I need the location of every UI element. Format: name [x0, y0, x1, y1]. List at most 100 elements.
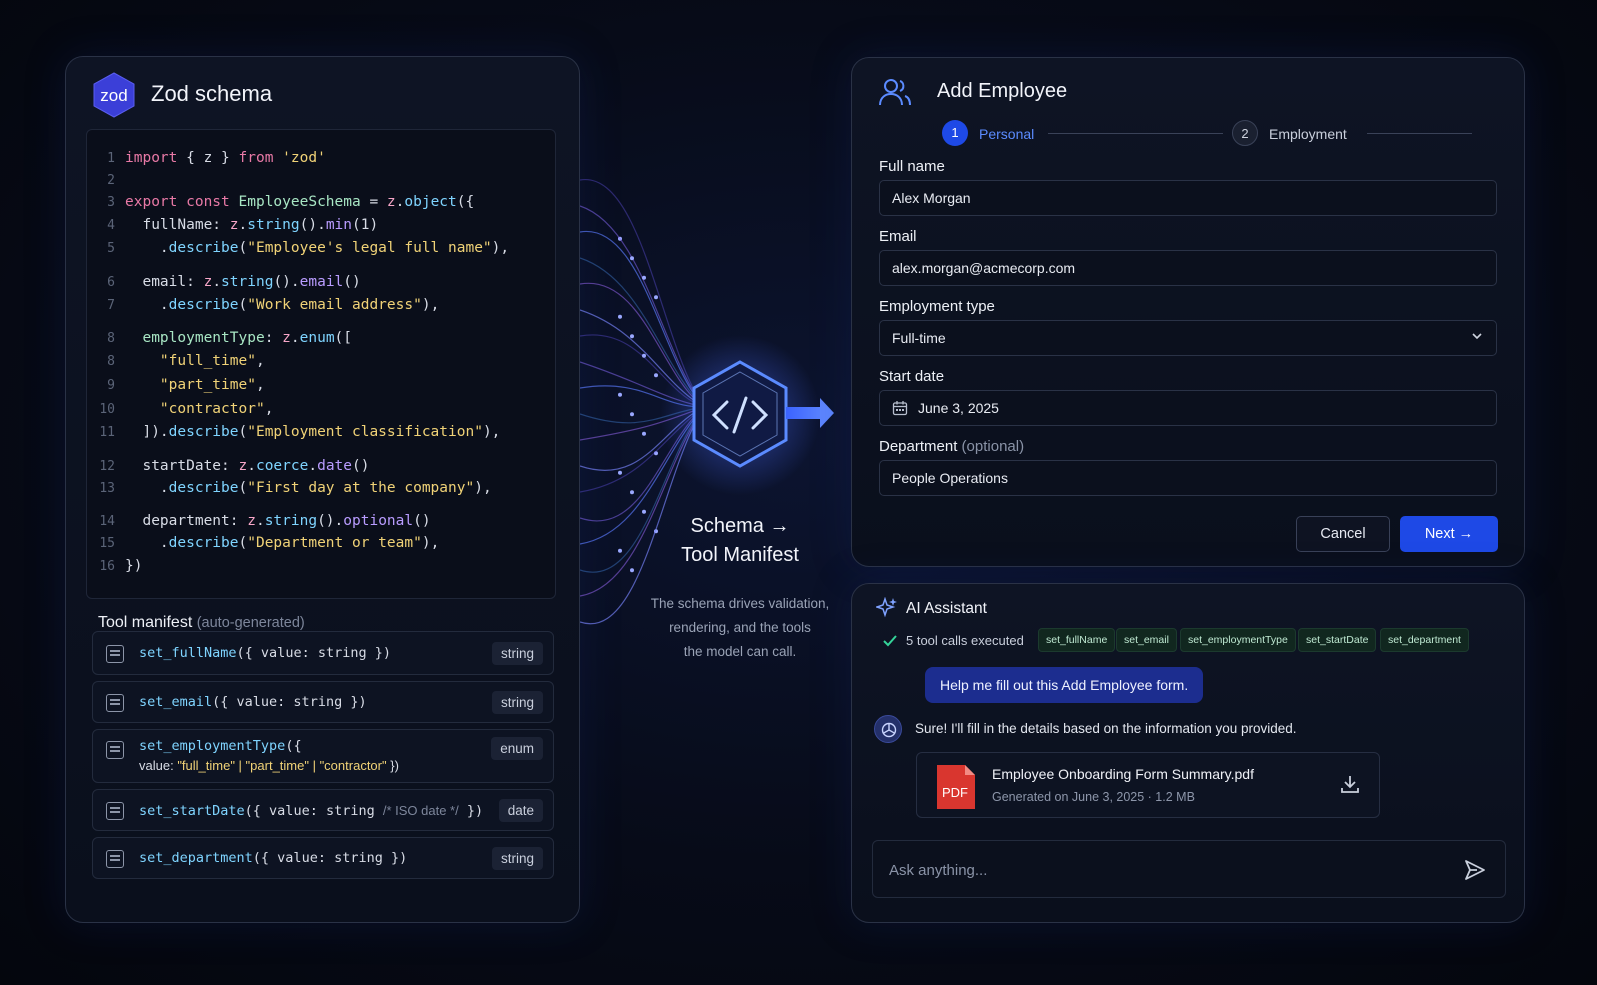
code-line: 16}) — [87, 555, 557, 577]
center-description: The schema drives validation, rendering,… — [650, 596, 830, 659]
assistant-title: AI Assistant — [906, 600, 987, 617]
code-line: 2 — [87, 169, 557, 191]
svg-text:zod: zod — [100, 86, 127, 105]
next-button[interactable]: Next → — [1400, 516, 1498, 552]
openai-logo-icon — [881, 722, 897, 738]
arrow-right-icon — [786, 407, 824, 419]
code-editor[interactable]: 1 import { z } from 'zod' 2 3 export const E… — [86, 129, 556, 599]
check-icon — [883, 635, 897, 647]
code-line: 12 startDate: z.coerce.date() — [87, 455, 557, 477]
step-2-indicator[interactable]: 2 — [1232, 120, 1258, 146]
email-label: Email — [879, 228, 917, 245]
start-date-label: Start date — [879, 368, 945, 385]
stream-dot — [642, 275, 646, 280]
chevron-down-icon — [1472, 333, 1482, 340]
zod-logo-icon: zod — [92, 71, 136, 118]
cancel-button[interactable]: Cancel — [1296, 516, 1390, 552]
full-name-label: Full name — [879, 158, 945, 175]
center-title: Schema → Tool Manifest — [681, 515, 799, 566]
file-name: Employee Onboarding Form Summary.pdf — [992, 766, 1254, 782]
chat-input[interactable] — [889, 857, 1409, 883]
line-number: 10 — [99, 402, 115, 417]
step-divider — [1048, 133, 1223, 134]
tool-calls-summary: 5 tool calls executed set_fullName set_e… — [882, 628, 1502, 654]
code-line: 10 "contractor", — [87, 398, 557, 420]
line-number: 7 — [107, 298, 115, 313]
stream-dot — [642, 431, 646, 436]
line-number: 8 — [107, 354, 115, 369]
code-line: 9 "part_time", — [87, 374, 557, 396]
stream-dot — [618, 470, 622, 475]
calendar-icon — [892, 401, 908, 416]
sparkle-icon — [876, 597, 897, 618]
line-number: 12 — [99, 459, 115, 474]
download-icon[interactable] — [1339, 773, 1361, 795]
employment-type-value: Full-time — [892, 330, 946, 346]
tool-row-set-employmenttype[interactable]: set_employmentType({ value: "full_time" … — [92, 729, 554, 783]
pdf-file-icon: PDF — [937, 765, 975, 809]
step-1-indicator[interactable]: 1 — [942, 120, 968, 146]
function-icon — [106, 741, 124, 759]
type-badge: string — [491, 847, 543, 870]
function-icon — [106, 694, 124, 712]
tool-call-chip[interactable]: set_fullName — [1038, 628, 1116, 652]
tool-calls-count: 5 tool calls executed — [906, 633, 1024, 648]
code-line: 4 fullName: z.string().min(1) — [87, 214, 557, 236]
line-number: 3 — [107, 195, 115, 210]
line-number: 5 — [107, 241, 115, 256]
line-number: 9 — [107, 378, 115, 393]
email-field[interactable]: alex.morgan@acmecorp.com — [879, 250, 1497, 286]
step-1-label[interactable]: Personal — [979, 126, 1034, 142]
type-badge: string — [491, 691, 543, 714]
tool-call-chip[interactable]: set_department — [1380, 628, 1469, 652]
optional-hint: (optional) — [961, 438, 1025, 455]
function-icon — [106, 850, 124, 868]
type-badge: date — [498, 799, 543, 822]
file-attachment-card[interactable]: PDF Employee Onboarding Form Summary.pdf… — [916, 752, 1380, 818]
line-number: 2 — [107, 173, 115, 188]
stream-dot — [654, 295, 658, 300]
schema-panel: zod Zod schema 1 import { z } from 'zod' 2… — [65, 56, 580, 923]
full-name-field[interactable]: Alex Morgan — [879, 180, 1497, 216]
file-meta: Generated on June 3, 2025 · 1.2 MB — [992, 790, 1195, 804]
line-number: 6 — [107, 275, 115, 290]
tool-row-set-fullname[interactable]: set_fullName({ value: string }) string — [92, 631, 554, 675]
tool-call-chip[interactable]: set_email — [1116, 628, 1177, 652]
step-2-label[interactable]: Employment — [1269, 126, 1347, 142]
start-date-field[interactable]: June 3, 2025 — [879, 390, 1497, 426]
employment-type-select[interactable]: Full-time — [879, 320, 1497, 356]
stream-dot — [630, 490, 634, 495]
stream-dot — [630, 412, 634, 417]
line-number: 13 — [99, 481, 115, 496]
function-icon — [106, 802, 124, 820]
stepper: 1 Personal 2 Employment — [942, 120, 1482, 148]
manifest-note: (auto-generated) — [196, 615, 305, 631]
tool-call-chip[interactable]: set_startDate — [1298, 628, 1377, 652]
line-number: 11 — [99, 425, 115, 440]
tool-row-set-startdate[interactable]: set_startDate({ value: string /* ISO dat… — [92, 789, 554, 831]
ai-assistant-panel: AI Assistant 5 tool calls executed set_f… — [851, 583, 1525, 923]
assistant-message: Sure! I'll fill in the details based on … — [915, 721, 1297, 736]
tool-row-set-email[interactable]: set_email({ value: string }) string — [92, 681, 554, 723]
code-line: 13 .describe("First day at the company")… — [87, 477, 557, 499]
line-number: 15 — [99, 536, 115, 551]
code-line: 6 email: z.string().email() — [87, 271, 557, 293]
chat-input-box[interactable] — [872, 840, 1506, 898]
code-line: 11 ]).describe("Employment classificatio… — [87, 421, 557, 443]
tool-row-set-department[interactable]: set_department({ value: string }) string — [92, 837, 554, 879]
code-line: 1 import { z } from 'zod' — [87, 147, 557, 169]
stream-dot — [630, 334, 634, 339]
manifest-title: Tool manifest (auto-generated) — [98, 614, 305, 631]
line-number: 16 — [99, 559, 115, 574]
stream-dot — [630, 256, 634, 261]
stream-dot — [618, 314, 622, 319]
employment-type-label: Employment type — [879, 298, 995, 315]
department-label: Department (optional) — [879, 438, 1025, 455]
department-field[interactable]: People Operations — [879, 460, 1497, 496]
send-icon[interactable] — [1463, 858, 1487, 882]
type-badge: string — [491, 642, 543, 665]
code-line: 8 "full_time", — [87, 350, 557, 372]
tool-call-chip[interactable]: set_employmentType — [1180, 628, 1296, 652]
user-message: Help me fill out this Add Employee form. — [925, 667, 1204, 703]
function-icon — [106, 645, 124, 663]
